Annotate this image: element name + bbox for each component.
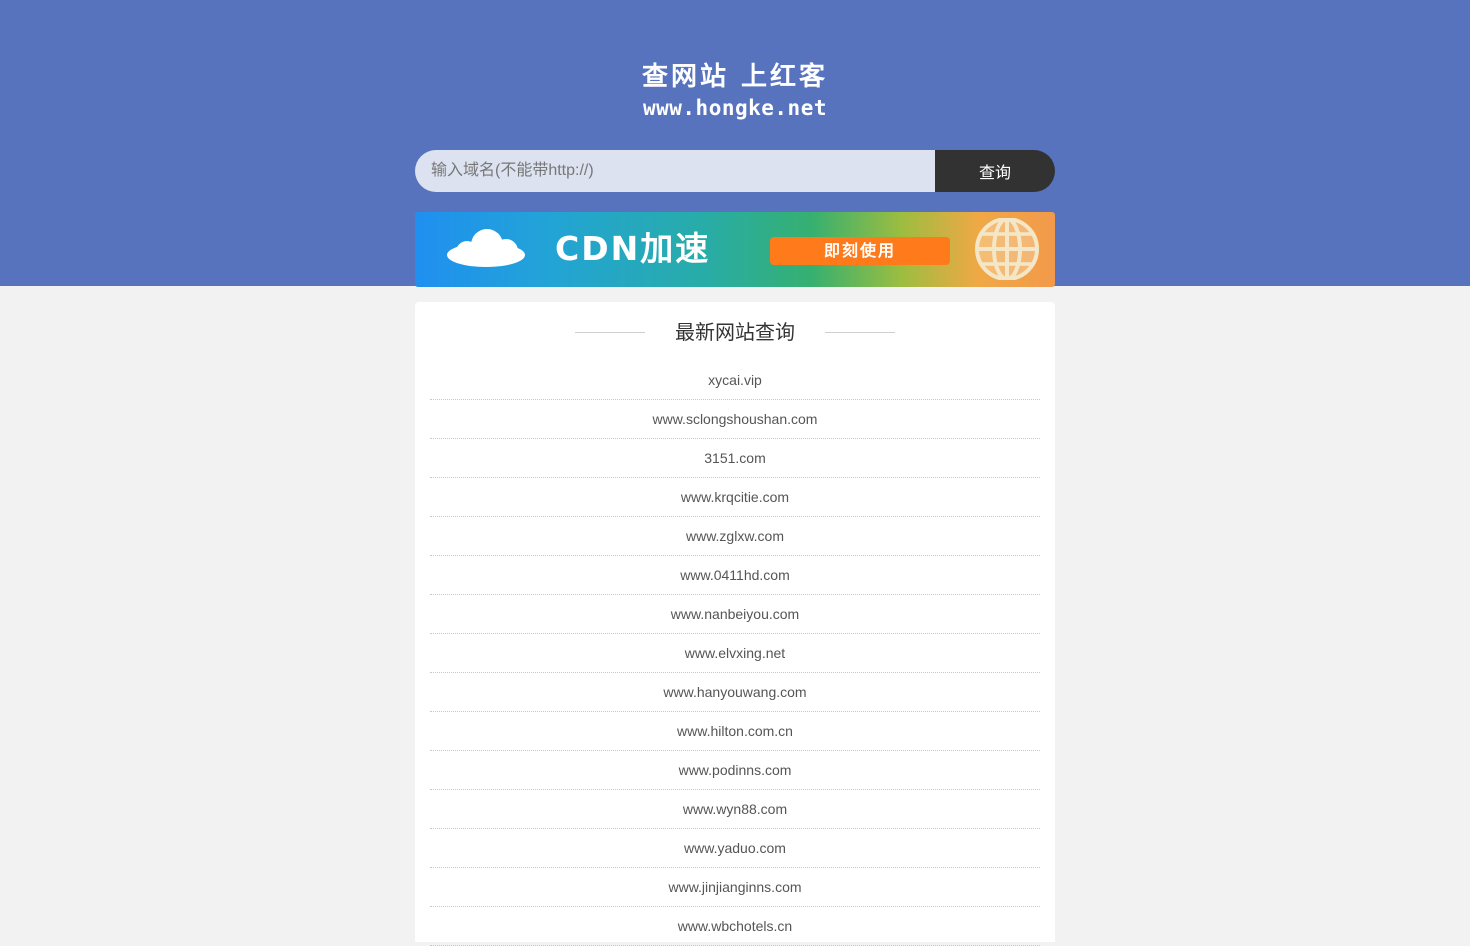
- list-item: www.krqcitie.com: [430, 478, 1040, 517]
- list-item: xycai.vip: [430, 361, 1040, 400]
- list-item: www.wyn88.com: [430, 790, 1040, 829]
- site-link[interactable]: www.wyn88.com: [683, 801, 787, 817]
- globe-icon: [975, 218, 1039, 280]
- recent-queries-panel: 最新网站查询 xycai.vip www.sclongshoushan.com 31…: [415, 302, 1055, 946]
- list-item: www.nanbeiyou.com: [430, 595, 1040, 634]
- site-link[interactable]: www.zglxw.com: [686, 528, 784, 544]
- site-link[interactable]: www.hilton.com.cn: [677, 723, 793, 739]
- cloud-icon: [447, 229, 525, 267]
- site-link[interactable]: www.sclongshoushan.com: [653, 411, 818, 427]
- site-domain: www.hongke.net: [642, 96, 827, 120]
- query-button[interactable]: 查询: [935, 150, 1055, 192]
- domain-search-input[interactable]: [415, 150, 935, 192]
- cdn-banner[interactable]: CDN加速 即刻使用: [415, 212, 1055, 287]
- list-item: www.hanyouwang.com: [430, 673, 1040, 712]
- list-item: www.elvxing.net: [430, 634, 1040, 673]
- site-link[interactable]: www.elvxing.net: [685, 645, 785, 661]
- list-item: www.hilton.com.cn: [430, 712, 1040, 751]
- list-item: www.wbchotels.cn: [430, 907, 1040, 946]
- header: 查网站 上红客 www.hongke.net 查询 CDN加速 即刻使用: [0, 0, 1470, 287]
- banner-cta-button[interactable]: 即刻使用: [770, 237, 950, 265]
- site-link[interactable]: www.yaduo.com: [684, 840, 786, 856]
- site-link[interactable]: www.hanyouwang.com: [663, 684, 806, 700]
- list-item: 3151.com: [430, 439, 1040, 478]
- list-item: www.sclongshoushan.com: [430, 400, 1040, 439]
- site-link[interactable]: www.0411hd.com: [680, 567, 789, 583]
- site-link[interactable]: www.nanbeiyou.com: [671, 606, 799, 622]
- title-divider-right: [825, 332, 895, 333]
- site-link[interactable]: www.jinjianginns.com: [668, 879, 801, 895]
- list-item: www.podinns.com: [430, 751, 1040, 790]
- site-link[interactable]: xycai.vip: [708, 372, 762, 388]
- banner-headline: CDN加速: [555, 229, 711, 268]
- list-item: www.0411hd.com: [430, 556, 1040, 595]
- recent-site-list: xycai.vip www.sclongshoushan.com 3151.com w…: [430, 361, 1040, 946]
- site-link[interactable]: www.podinns.com: [679, 762, 792, 778]
- site-link[interactable]: www.wbchotels.cn: [678, 918, 792, 934]
- list-item: www.yaduo.com: [430, 829, 1040, 868]
- list-item: www.jinjianginns.com: [430, 868, 1040, 907]
- recent-queries-title: 最新网站查询: [675, 320, 795, 344]
- site-link[interactable]: www.krqcitie.com: [681, 489, 789, 505]
- site-title: 查网站 上红客: [641, 62, 829, 92]
- site-link[interactable]: 3151.com: [704, 450, 765, 466]
- list-item: www.zglxw.com: [430, 517, 1040, 556]
- search-form: 查询: [415, 150, 1055, 192]
